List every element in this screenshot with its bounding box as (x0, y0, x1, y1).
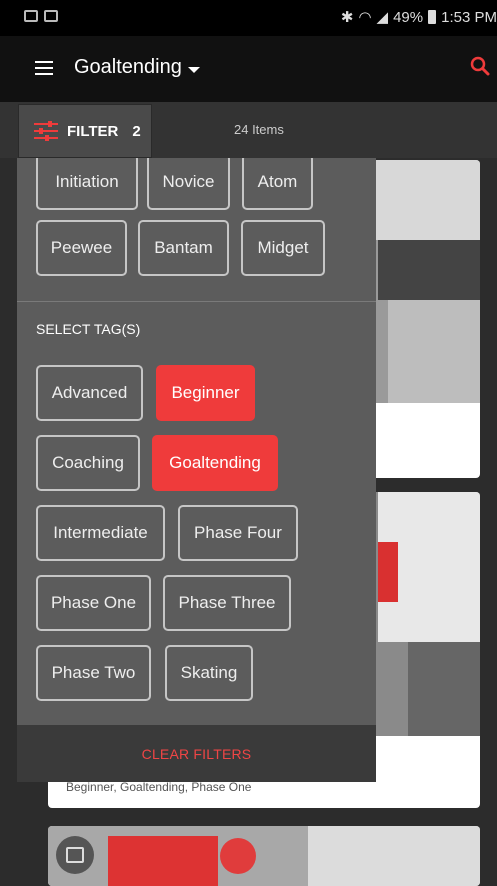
chevron-down-icon (187, 66, 200, 73)
section-divider (17, 301, 376, 302)
sliders-icon (34, 121, 58, 141)
level-chip-peewee[interactable]: Peewee (36, 220, 127, 276)
level-chip-atom[interactable]: Atom (242, 158, 313, 210)
filter-count-badge: 2 (132, 122, 141, 140)
tag-chip-phase-four[interactable]: Phase Four (178, 505, 298, 561)
tag-chip-skating[interactable]: Skating (165, 645, 253, 701)
card-image (48, 826, 480, 886)
battery-icon (428, 10, 437, 24)
battery-percent: 49% (393, 8, 424, 26)
category-dropdown[interactable]: Goaltending (74, 56, 200, 79)
card-tags: Beginner, Goaltending, Phase One (66, 780, 252, 794)
clear-filters-bar: CLEAR FILTERS (17, 725, 376, 782)
menu-icon[interactable] (35, 61, 53, 75)
item-count: 24 Items (234, 122, 284, 137)
tag-chip-advanced[interactable]: Advanced (36, 365, 143, 421)
fab-button[interactable] (56, 836, 94, 874)
page-title: Goaltending (74, 56, 182, 78)
gallery-notification-icon (24, 10, 38, 22)
search-icon[interactable] (470, 56, 490, 76)
filter-button[interactable]: FILTER 2 (18, 104, 152, 158)
bluetooth-icon: ✱ (340, 9, 354, 26)
clock: 1:53 PM (441, 8, 497, 26)
filter-toolbar: FILTER 2 24 Items (0, 102, 497, 158)
tag-chip-intermediate[interactable]: Intermediate (36, 505, 165, 561)
tags-heading: SELECT TAG(S) (36, 321, 141, 337)
tag-chip-phase-two[interactable]: Phase Two (36, 645, 151, 701)
level-chip-initiation[interactable]: Initiation (36, 158, 138, 210)
level-chip-bantam[interactable]: Bantam (138, 220, 229, 276)
tag-chip-coaching[interactable]: Coaching (36, 435, 140, 491)
tag-chip-phase-three[interactable]: Phase Three (163, 575, 291, 631)
gallery-icon (66, 847, 84, 863)
tag-chip-phase-one[interactable]: Phase One (36, 575, 151, 631)
level-chip-midget[interactable]: Midget (241, 220, 325, 276)
level-chip-novice[interactable]: Novice (147, 158, 230, 210)
signal-icon: ◢ (376, 9, 389, 26)
status-bar: ✱ ◠ ◢ 49% 1:53 PM (0, 0, 497, 36)
filter-label: FILTER (67, 122, 119, 140)
tag-chip-goaltending[interactable]: Goaltending (152, 435, 278, 491)
clear-filters-button[interactable]: CLEAR FILTERS (142, 746, 252, 762)
wifi-icon: ◠ (358, 9, 372, 26)
filter-panel: Initiation Novice Atom Peewee Bantam Mid… (17, 158, 376, 782)
voicemail-notification-icon (44, 10, 58, 22)
list-item[interactable] (48, 826, 480, 886)
tag-chip-beginner[interactable]: Beginner (156, 365, 255, 421)
app-bar: Goaltending (0, 36, 497, 102)
